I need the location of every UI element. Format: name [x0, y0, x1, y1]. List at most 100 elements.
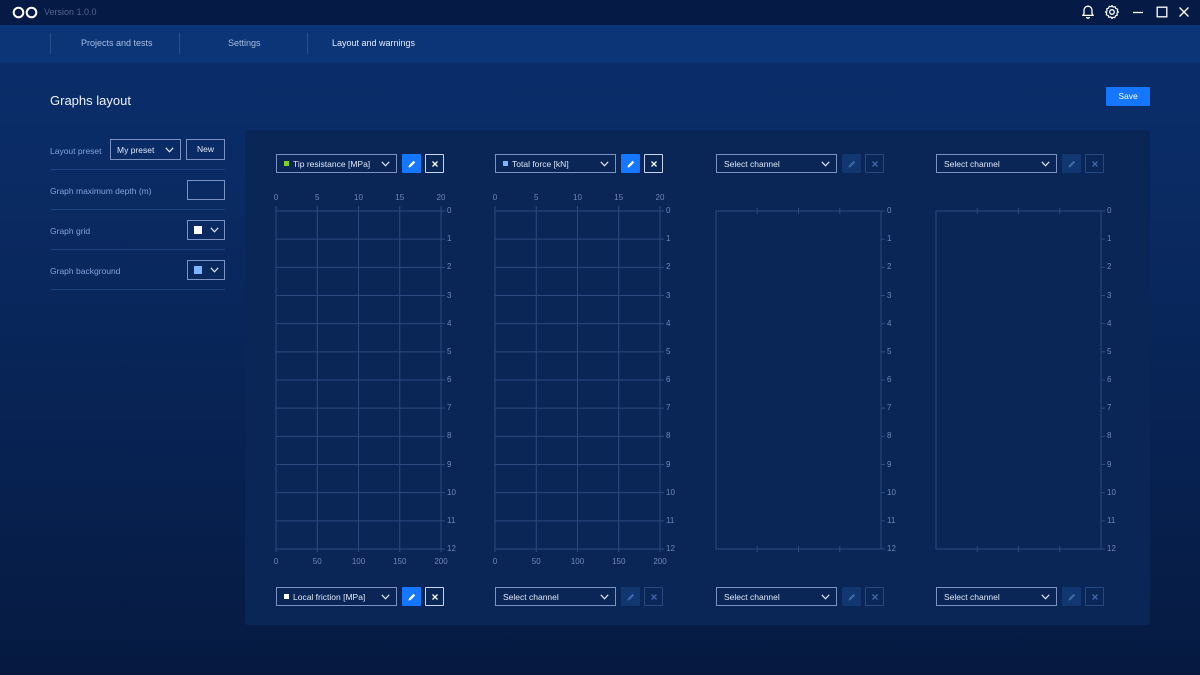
depth-graph — [275, 206, 445, 552]
edit-channel-button[interactable] — [1062, 587, 1081, 606]
channel-label: Total force [kN] — [512, 159, 569, 169]
depth-tick-label: 3 — [666, 290, 671, 300]
edit-channel-button[interactable] — [621, 587, 640, 606]
depth-tick-label: 6 — [887, 375, 892, 384]
depth-tick-label: 7 — [666, 403, 671, 413]
depth-tick-label: 4 — [666, 318, 671, 328]
top-axis-tick-label: 20 — [655, 193, 665, 202]
bell-icon[interactable] — [1080, 4, 1096, 20]
new-preset-button[interactable]: New — [186, 139, 225, 160]
edit-channel-button[interactable] — [402, 154, 421, 173]
background-color-select[interactable] — [187, 260, 225, 280]
layout-preset-label: Layout preset — [50, 146, 102, 156]
depth-tick-label: 5 — [1107, 346, 1112, 356]
depth-tick-label: 12 — [1107, 544, 1116, 553]
chevron-down-icon — [1041, 161, 1050, 167]
bottom-channel-select[interactable]: Select channel — [716, 587, 837, 606]
pencil-icon — [627, 160, 634, 167]
pencil-icon — [848, 593, 855, 600]
nav-divider — [179, 33, 180, 54]
depth-tick-label: 6 — [1107, 375, 1112, 384]
remove-channel-button[interactable] — [1085, 154, 1104, 173]
channel-label: Select channel — [944, 592, 1000, 602]
depth-tick-label: 0 — [447, 206, 452, 215]
edit-channel-button[interactable] — [842, 587, 861, 606]
bottom-channel-select[interactable]: Select channel — [495, 587, 616, 606]
depth-graph — [494, 206, 664, 552]
bottom-axis-tick-label: 0 — [492, 557, 498, 566]
depth-tick-label: 8 — [666, 431, 671, 441]
top-channel-select[interactable]: Select channel — [936, 154, 1057, 173]
remove-channel-button[interactable] — [644, 154, 663, 173]
edit-channel-button[interactable] — [621, 154, 640, 173]
top-axis-tick-label: 0 — [492, 193, 498, 202]
pencil-icon — [627, 593, 634, 600]
depth-tick-label: 1 — [666, 234, 671, 244]
channel-label: Select channel — [503, 592, 559, 602]
chevron-down-icon — [1041, 594, 1050, 600]
edit-channel-button[interactable] — [402, 587, 421, 606]
bottom-channel-select[interactable]: Select channel — [936, 587, 1057, 606]
top-channel-select[interactable]: Tip resistance [MPa] — [276, 154, 397, 173]
gear-icon[interactable] — [1104, 4, 1120, 20]
max-depth-row: Graph maximum depth (m) — [50, 170, 225, 210]
bottom-axis-tick-label: 150 — [612, 557, 626, 566]
remove-channel-button[interactable] — [1085, 587, 1104, 606]
nav-settings[interactable]: Settings — [228, 38, 261, 48]
remove-channel-button[interactable] — [644, 587, 663, 606]
top-channel-select[interactable]: Total force [kN] — [495, 154, 616, 173]
edit-channel-button[interactable] — [1062, 154, 1081, 173]
minimize-icon[interactable] — [1130, 4, 1146, 20]
depth-tick-label: 5 — [666, 346, 671, 356]
depth-tick-label: 4 — [447, 318, 452, 328]
top-channel-select[interactable]: Select channel — [716, 154, 837, 173]
bottom-channel-select[interactable]: Local friction [MPa] — [276, 587, 397, 606]
bottom-axis-tick-label: 100 — [351, 557, 366, 566]
depth-tick-label: 3 — [1107, 290, 1112, 300]
top-axis-tick-label: 5 — [315, 193, 320, 202]
nav-divider — [50, 33, 51, 54]
edit-channel-button[interactable] — [842, 154, 861, 173]
depth-tick-label: 10 — [887, 487, 896, 497]
close-icon — [650, 160, 657, 167]
remove-channel-button[interactable] — [425, 154, 444, 173]
depth-tick-label: 0 — [666, 206, 671, 215]
save-button[interactable]: Save — [1106, 87, 1150, 106]
top-axis-tick-label: 0 — [273, 193, 279, 202]
chevron-down-icon — [165, 147, 174, 153]
remove-channel-button[interactable] — [865, 154, 884, 173]
layout-preset-select[interactable]: My preset — [110, 139, 181, 160]
depth-tick-label: 9 — [887, 459, 892, 469]
layout-preset-value: My preset — [117, 145, 155, 155]
depth-tick-label: 8 — [447, 431, 452, 441]
remove-channel-button[interactable] — [425, 587, 444, 606]
depth-tick-label: 11 — [887, 515, 896, 525]
max-depth-input[interactable] — [187, 180, 225, 200]
depth-tick-label: 9 — [666, 459, 671, 469]
close-icon — [1091, 593, 1098, 600]
depth-tick-label: 4 — [887, 318, 892, 328]
max-depth-label: Graph maximum depth (m) — [50, 186, 152, 196]
background-color-swatch — [194, 266, 202, 274]
background-color-row: Graph background — [50, 250, 225, 290]
depth-tick-label: 10 — [666, 487, 675, 497]
nav-layout-and-warnings[interactable]: Layout and warnings — [332, 38, 415, 48]
maximize-icon[interactable] — [1154, 4, 1170, 20]
nav-projects-and-tests[interactable]: Projects and tests — [81, 38, 153, 48]
bottom-axis-tick-label: 50 — [531, 557, 541, 566]
pencil-icon — [1068, 593, 1075, 600]
depth-tick-label: 9 — [1107, 459, 1112, 469]
depth-tick-label: 2 — [887, 262, 892, 272]
close-window-icon[interactable] — [1176, 4, 1192, 20]
depth-tick-label: 1 — [447, 234, 452, 244]
top-axis-tick-label: 10 — [573, 193, 582, 202]
depth-tick-label: 8 — [1107, 431, 1112, 441]
channel-label: Select channel — [724, 159, 780, 169]
pencil-icon — [848, 160, 855, 167]
remove-channel-button[interactable] — [865, 587, 884, 606]
grid-color-select[interactable] — [187, 220, 225, 240]
channel-label: Select channel — [724, 592, 780, 602]
nav-divider — [307, 33, 308, 54]
close-icon — [431, 160, 438, 167]
chevron-down-icon — [600, 161, 609, 167]
